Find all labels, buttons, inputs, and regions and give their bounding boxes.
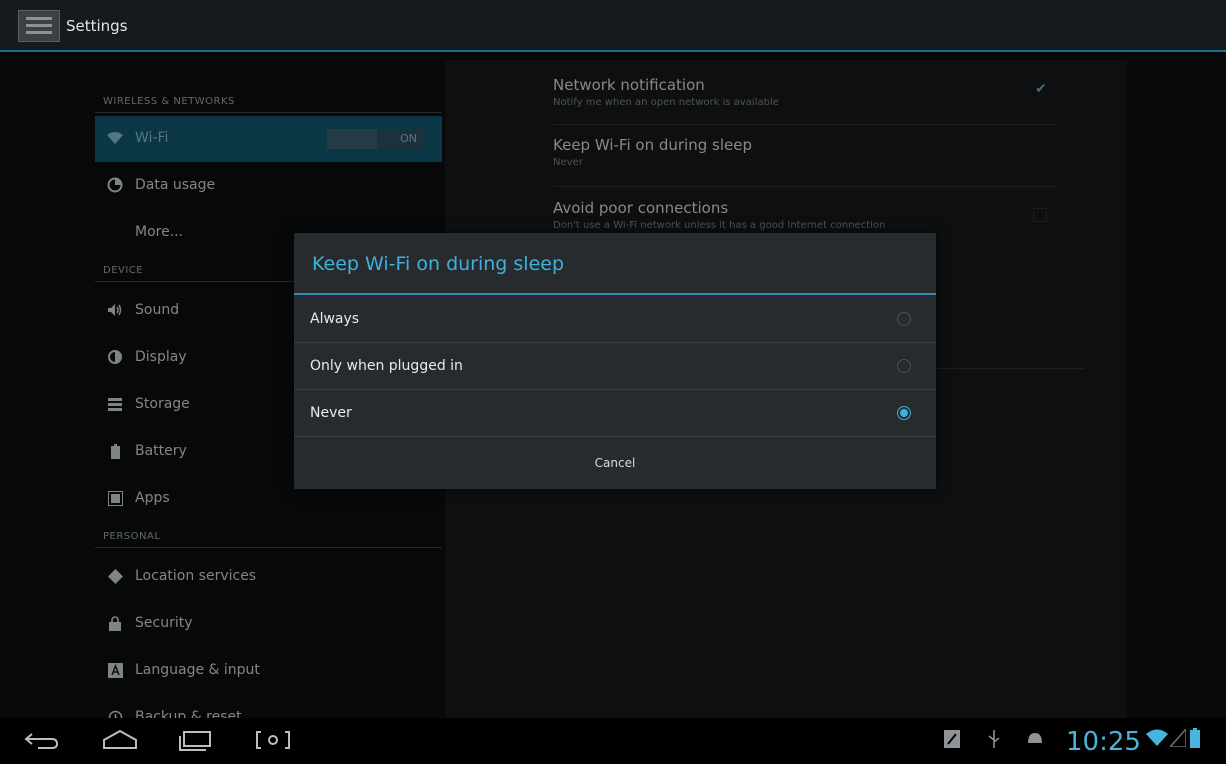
radio-button-selected[interactable] — [897, 406, 911, 420]
option-never[interactable]: Never — [294, 391, 936, 437]
screenshot-nav-icon[interactable] — [255, 728, 291, 759]
clock: 10:25 — [1066, 727, 1141, 757]
system-bar: 10:25 — [0, 718, 1226, 764]
option-label: Always — [310, 311, 360, 327]
option-label: Only when plugged in — [310, 358, 463, 374]
dialog-title: Keep Wi-Fi on during sleep — [312, 253, 565, 275]
home-icon[interactable] — [100, 728, 140, 759]
settings-app-icon[interactable] — [18, 10, 60, 42]
android-debug-icon — [1026, 730, 1044, 750]
option-label: Never — [310, 405, 352, 421]
app-title: Settings — [66, 17, 128, 35]
option-only-when-plugged-in[interactable]: Only when plugged in — [294, 344, 936, 390]
screenshot-icon — [944, 730, 960, 753]
recent-apps-icon[interactable] — [178, 728, 214, 759]
wifi-signal-icon — [1146, 729, 1168, 752]
action-bar: Settings — [0, 0, 1226, 52]
option-always[interactable]: Always — [294, 297, 936, 343]
battery-status-icon — [1190, 728, 1200, 753]
radio-button[interactable] — [897, 359, 911, 373]
keep-wifi-dialog: Keep Wi-Fi on during sleep Always Only w… — [294, 233, 936, 489]
radio-button[interactable] — [897, 312, 911, 326]
back-icon[interactable] — [24, 728, 60, 759]
dialog-title-bar: Keep Wi-Fi on during sleep — [294, 233, 936, 295]
cancel-button[interactable]: Cancel — [294, 437, 936, 489]
usb-icon — [988, 730, 1000, 753]
cell-signal-icon — [1168, 727, 1187, 752]
